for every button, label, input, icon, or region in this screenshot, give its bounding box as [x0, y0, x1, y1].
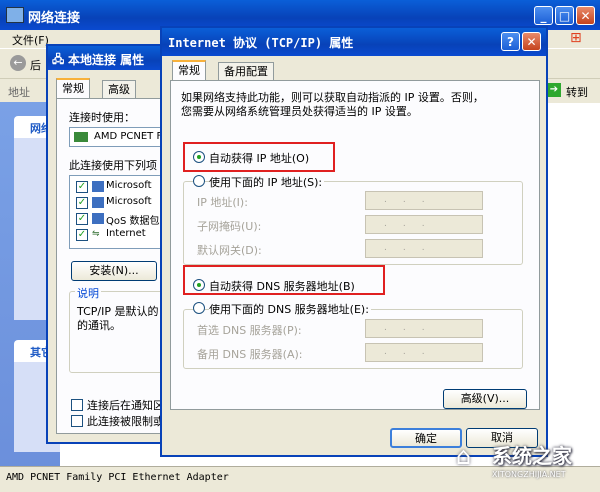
tcpip-tab-alternate[interactable]: 备用配置	[218, 62, 274, 80]
local-tab-panel: 连接时使用： AMD PCNET F 此连接使用下列项 Microsoft Mi…	[56, 98, 171, 434]
ip-address-label: IP 地址(I):	[197, 196, 248, 209]
subnet-mask-label: 子网掩码(U):	[197, 220, 262, 233]
item-checkbox-1[interactable]	[76, 181, 88, 193]
local-dialog-titlebar: 🖧 本地连接 属性	[48, 46, 166, 70]
watermark-url: XITONGZHIJIA.NET	[492, 470, 566, 479]
alternate-dns-field[interactable]: ...	[365, 343, 483, 362]
help-button[interactable]: ?	[501, 32, 520, 51]
address-label: 地址	[8, 86, 30, 99]
items-label: 此连接使用下列项	[69, 159, 157, 172]
tcpip-dialog-titlebar: Internet 协议 (TCP/IP) 属性 ? ✕	[162, 28, 546, 56]
adapter-box: AMD PCNET F	[69, 127, 171, 147]
auto-ip-radio[interactable]	[193, 151, 205, 163]
menu-file[interactable]: 文件(F)	[12, 32, 49, 48]
dialog-close-button[interactable]: ✕	[522, 32, 541, 51]
item-checkbox-4[interactable]	[76, 229, 88, 241]
ip-address-field[interactable]: ...	[365, 191, 483, 210]
gateway-label: 默认网关(D):	[197, 244, 262, 257]
manual-dns-radio[interactable]	[193, 302, 205, 314]
tcpip-tab-general[interactable]: 常规	[172, 60, 206, 80]
window-title: 网络连接	[28, 11, 81, 26]
item-checkbox-3[interactable]	[76, 213, 88, 225]
watermark-text: 系统之家	[492, 444, 572, 468]
maximize-button[interactable]: □	[555, 6, 574, 25]
item-icon-4: ⇋	[92, 229, 100, 239]
limited-label[interactable]: 此连接被限制或	[87, 413, 164, 429]
item-label-3: QoS 数据包	[106, 216, 160, 227]
adapter-name: AMD PCNET F	[94, 131, 163, 142]
auto-dns-radio[interactable]	[193, 279, 205, 291]
back-label[interactable]: 后	[30, 57, 41, 73]
status-text: AMD PCNET Family PCI Ethernet Adapter	[6, 472, 229, 483]
item-icon-3	[92, 213, 104, 224]
item-icon-1	[92, 181, 104, 192]
close-button[interactable]: ✕	[576, 6, 595, 25]
manual-ip-radio[interactable]	[193, 175, 205, 187]
tcpip-dialog-title: Internet 协议 (TCP/IP) 属性	[168, 36, 354, 50]
auto-ip-label[interactable]: 自动获得 IP 地址(O)	[209, 150, 309, 166]
local-connection-properties-dialog: 🖧 本地连接 属性 常规 高级 连接时使用： AMD PCNET F 此连接使用…	[46, 44, 171, 444]
watermark-house-icon: ⌂	[456, 442, 472, 470]
watermark-logo: ⌂ 系统之家 XITONGZHIJIA.NET	[452, 436, 596, 488]
notify-checkbox[interactable]	[71, 399, 83, 411]
manual-ip-label[interactable]: 使用下面的 IP 地址(S):	[209, 174, 325, 190]
alternate-dns-label: 备用 DNS 服务器(A):	[197, 348, 303, 361]
back-icon[interactable]: ←	[10, 55, 26, 71]
local-tab-advanced[interactable]: 高级	[102, 80, 136, 98]
tcpip-tab-panel: 如果网络支持此功能，则可以获取自动指派的 IP 设置。否则， 您需要从网络系统管…	[170, 80, 540, 410]
windows-logo-icon: ⊞	[570, 30, 582, 46]
install-button[interactable]: 安装(N)...	[71, 261, 157, 281]
item-label-4: Internet	[106, 228, 146, 239]
auto-dns-label[interactable]: 自动获得 DNS 服务器地址(B)	[209, 278, 355, 294]
gateway-field[interactable]: ...	[365, 239, 483, 258]
description-line-2: 的通讯。	[77, 319, 121, 332]
minimize-button[interactable]: _	[534, 6, 553, 25]
go-label[interactable]: 转到	[566, 84, 588, 100]
subnet-mask-field[interactable]: ...	[365, 215, 483, 234]
item-checkbox-2[interactable]	[76, 197, 88, 209]
manual-dns-label[interactable]: 使用下面的 DNS 服务器地址(E):	[209, 301, 371, 317]
item-label-2: Microsoft	[106, 196, 152, 207]
go-arrow-icon[interactable]: ➔	[547, 83, 561, 97]
connection-icon: 🖧	[52, 53, 65, 66]
intro-line-2: 您需要从网络系统管理员处获得适当的 IP 设置。	[181, 105, 418, 118]
item-icon-2	[92, 197, 104, 208]
item-label-1: Microsoft	[106, 180, 152, 191]
connect-using-label: 连接时使用：	[69, 111, 135, 124]
adapter-icon	[74, 132, 88, 142]
description-group-title: 说明	[75, 285, 101, 301]
advanced-button[interactable]: 高级(V)...	[443, 389, 527, 409]
notify-label[interactable]: 连接后在通知区	[87, 397, 164, 413]
limited-checkbox[interactable]	[71, 415, 83, 427]
local-tab-general[interactable]: 常规	[56, 78, 90, 98]
network-icon	[6, 7, 24, 23]
items-list[interactable]: Microsoft Microsoft QoS 数据包 ⇋ Internet	[69, 175, 171, 249]
preferred-dns-label: 首选 DNS 服务器(P):	[197, 324, 302, 337]
preferred-dns-field[interactable]: ...	[365, 319, 483, 338]
tcpip-properties-dialog: Internet 协议 (TCP/IP) 属性 ? ✕ 常规 备用配置 如果网络…	[160, 26, 548, 457]
local-dialog-title: 本地连接 属性	[68, 53, 145, 67]
